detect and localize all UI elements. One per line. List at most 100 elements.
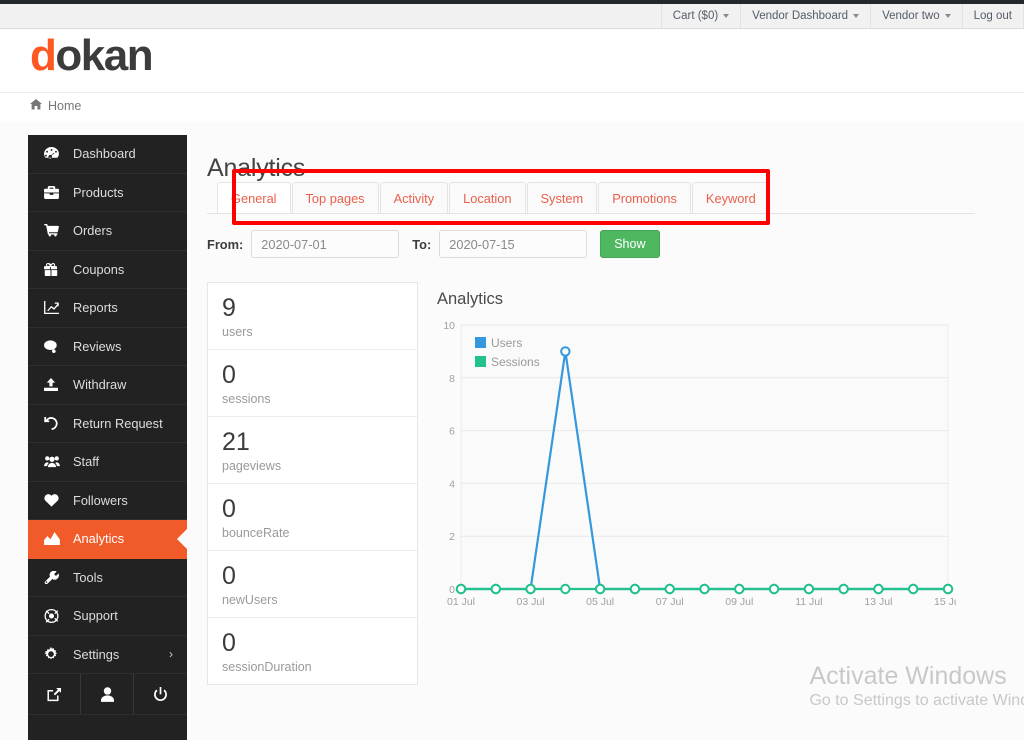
tab-activity-label: Activity	[394, 191, 435, 206]
analytics-tabs: General Top pages Activity Location Syst…	[207, 174, 975, 214]
stat-row-pageviews: 21 pageviews	[208, 417, 417, 484]
tab-system[interactable]: System	[527, 182, 598, 213]
show-button[interactable]: Show	[600, 230, 659, 258]
analytics-chart-card: Analytics 024681001 Jul03 Jul05 Jul07 Ju…	[431, 282, 956, 682]
stat-value-users: 9	[222, 295, 403, 322]
breadcrumb[interactable]: Home	[30, 99, 81, 113]
sidebar-item-coupons[interactable]: Coupons	[28, 251, 187, 290]
admin-item-vendor-two[interactable]: Vendor two	[870, 4, 962, 28]
tab-promotions-label: Promotions	[612, 191, 677, 206]
chevron-down-icon	[853, 14, 859, 18]
tab-location[interactable]: Location	[449, 182, 525, 213]
stat-label-sessionduration: sessionDuration	[222, 660, 403, 674]
svg-text:Users: Users	[491, 336, 522, 350]
power-icon	[153, 687, 168, 702]
stat-row-users: 9 users	[208, 283, 417, 350]
svg-text:11 Jul: 11 Jul	[795, 596, 822, 608]
tab-general[interactable]: General	[217, 182, 291, 213]
chevron-down-icon	[723, 14, 729, 18]
chart-area-icon	[44, 532, 68, 545]
logo-rest: okan	[55, 31, 152, 80]
logo-first-letter: d	[30, 31, 55, 80]
admin-item-cart[interactable]: Cart ($0)	[661, 4, 740, 28]
svg-text:15 Jul: 15 Jul	[934, 596, 956, 608]
svg-text:6: 6	[449, 426, 455, 438]
stat-label-users: users	[222, 325, 403, 339]
admin-item-log-out[interactable]: Log out	[962, 4, 1024, 28]
to-date-input[interactable]	[439, 230, 587, 258]
gear-icon	[44, 647, 68, 661]
tab-keyword-label: Keyword	[706, 191, 756, 206]
sidebar-item-reports[interactable]: Reports	[28, 289, 187, 328]
admin-bar: Cart ($0) Vendor Dashboard Vendor two Lo…	[0, 4, 1024, 29]
shopping-cart-icon	[44, 224, 68, 237]
stat-label-pageviews: pageviews	[222, 459, 403, 473]
breadcrumb-bar: Home	[0, 92, 1024, 122]
sidebar-item-return-request-label: Return Request	[73, 416, 163, 431]
from-label: From:	[207, 237, 243, 252]
sidebar-item-analytics[interactable]: Analytics	[28, 520, 187, 559]
admin-item-vendor-dashboard[interactable]: Vendor Dashboard	[740, 4, 870, 28]
external-link-icon	[47, 687, 62, 702]
sidebar-item-withdraw-label: Withdraw	[73, 377, 126, 392]
admin-item-cart-label: Cart ($0)	[673, 10, 718, 22]
undo-icon	[44, 417, 68, 430]
sidebar-item-settings[interactable]: Settings ›	[28, 636, 187, 675]
page-body: Dashboard Products Orders Coupons	[0, 122, 1024, 740]
dashboard-icon	[44, 147, 68, 160]
home-icon	[30, 99, 42, 113]
tab-promotions[interactable]: Promotions	[598, 182, 691, 213]
stat-row-bouncerate: 0 bounceRate	[208, 484, 417, 551]
admin-item-log-out-label: Log out	[974, 10, 1012, 22]
sidebar-item-reviews[interactable]: Reviews	[28, 328, 187, 367]
chart-plot-area[interactable]: 024681001 Jul03 Jul05 Jul07 Jul09 Jul11 …	[431, 317, 956, 617]
sidebar-item-analytics-label: Analytics	[73, 531, 124, 546]
sidebar-item-dashboard[interactable]: Dashboard	[28, 135, 187, 174]
main-content: Analytics General Top pages Activity Loc…	[187, 122, 1024, 740]
sidebar-item-staff-label: Staff	[73, 454, 99, 469]
svg-text:4: 4	[449, 478, 455, 490]
stat-row-newusers: 0 newUsers	[208, 551, 417, 618]
sidebar-item-products-label: Products	[73, 185, 124, 200]
watermark-line-2: Go to Settings to activate Windows.	[809, 691, 1024, 712]
svg-text:8: 8	[449, 373, 455, 385]
sidebar-item-withdraw[interactable]: Withdraw	[28, 366, 187, 405]
tab-activity[interactable]: Activity	[380, 182, 449, 213]
from-date-input[interactable]	[251, 230, 399, 258]
gift-icon	[44, 263, 68, 276]
svg-text:13 Jul: 13 Jul	[864, 596, 892, 608]
line-chart[interactable]: 024681001 Jul03 Jul05 Jul07 Jul09 Jul11 …	[431, 317, 956, 617]
heart-icon	[44, 494, 68, 507]
app-window: Cart ($0) Vendor Dashboard Vendor two Lo…	[0, 0, 1024, 740]
svg-text:01 Jul: 01 Jul	[447, 596, 475, 608]
dokan-logo[interactable]: dokan	[30, 34, 152, 78]
sidebar-item-staff[interactable]: Staff	[28, 443, 187, 482]
sidebar-item-return-request[interactable]: Return Request	[28, 405, 187, 444]
chart-line-icon	[44, 301, 68, 314]
svg-text:0: 0	[449, 584, 455, 596]
stat-value-newusers: 0	[222, 563, 403, 590]
sidebar-item-tools[interactable]: Tools	[28, 559, 187, 598]
profile-button[interactable]	[81, 674, 134, 714]
chevron-down-icon	[945, 14, 951, 18]
sidebar-item-settings-label: Settings	[73, 647, 119, 662]
sidebar-item-reports-label: Reports	[73, 300, 118, 315]
visit-store-button[interactable]	[28, 674, 81, 714]
chart-title: Analytics	[437, 290, 956, 309]
users-icon	[44, 455, 68, 468]
stat-label-bouncerate: bounceRate	[222, 526, 403, 540]
stat-value-sessions: 0	[222, 362, 403, 389]
tab-keyword[interactable]: Keyword	[692, 182, 770, 213]
sidebar-item-support-label: Support	[73, 608, 118, 623]
sidebar-item-support[interactable]: Support	[28, 597, 187, 636]
sidebar-item-dashboard-label: Dashboard	[73, 146, 136, 161]
sidebar-item-followers[interactable]: Followers	[28, 482, 187, 521]
tab-top-pages[interactable]: Top pages	[292, 182, 379, 213]
date-filter-row: From: To: Show	[207, 230, 660, 258]
sidebar-item-orders[interactable]: Orders	[28, 212, 187, 251]
admin-item-vendor-two-label: Vendor two	[882, 10, 940, 22]
logout-button[interactable]	[134, 674, 187, 714]
sidebar-item-orders-label: Orders	[73, 223, 112, 238]
stats-panel: 9 users 0 sessions 21 pageviews 0 bounce…	[207, 282, 418, 685]
sidebar-item-products[interactable]: Products	[28, 174, 187, 213]
